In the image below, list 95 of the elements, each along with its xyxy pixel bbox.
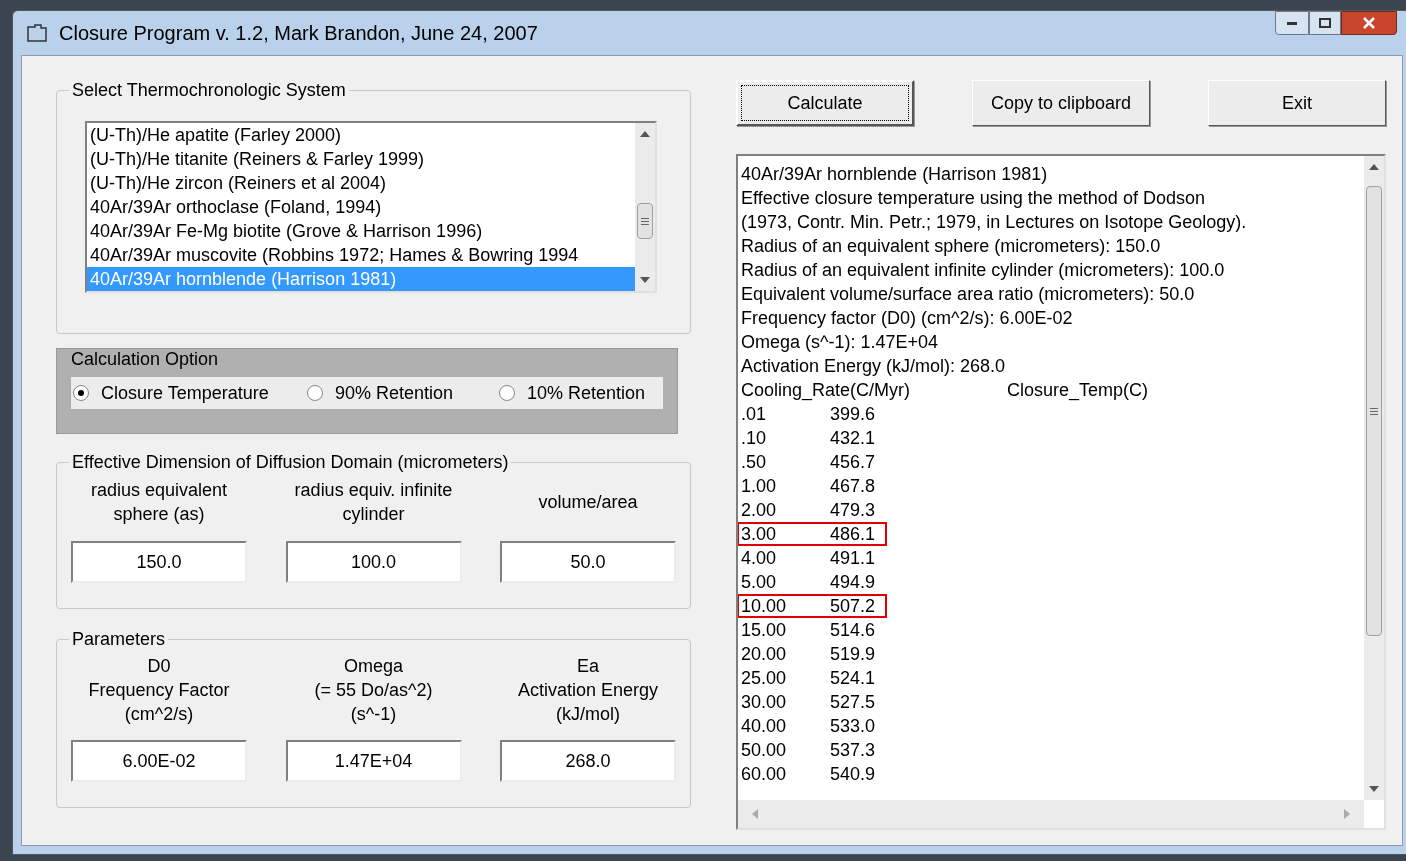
app-icon bbox=[27, 24, 47, 42]
scroll-down-icon[interactable] bbox=[1369, 786, 1379, 792]
cooling-rate: 30.00 bbox=[741, 692, 788, 712]
cooling-rate: 15.00 bbox=[741, 620, 788, 640]
input-field[interactable]: 6.00E-02 bbox=[71, 740, 247, 782]
cooling-rate: 3.00 bbox=[741, 524, 778, 544]
scroll-up-icon[interactable] bbox=[640, 131, 650, 137]
scroll-down-icon[interactable] bbox=[640, 277, 650, 283]
closure-temp: 524.1 bbox=[830, 668, 876, 688]
closure-temp: 527.5 bbox=[830, 692, 876, 712]
minimize-button[interactable] bbox=[1275, 11, 1309, 35]
cooling-rate: 1.00 bbox=[741, 476, 778, 496]
output-line: Radius of an equivalent sphere (micrometers): 150.0 bbox=[741, 235, 1161, 258]
closure-temp: 519.9 bbox=[830, 644, 876, 664]
field-label: (cm^2/s) bbox=[124, 703, 194, 726]
field-label: Ea bbox=[576, 655, 599, 678]
list-item[interactable]: (U-Th)/He zircon (Reiners et al 2004) bbox=[87, 171, 635, 195]
closure-temp: 486.1 bbox=[830, 524, 876, 544]
field-label: sphere (as) bbox=[113, 503, 205, 526]
close-button[interactable] bbox=[1341, 11, 1397, 35]
field-label: (= 55 Do/as^2) bbox=[314, 679, 433, 702]
closure-temp: 467.8 bbox=[830, 476, 876, 496]
input-field[interactable]: 1.47E+04 bbox=[285, 740, 462, 782]
window-title: Closure Program v. 1.2, Mark Brandon, June 24, 2007 bbox=[59, 21, 538, 46]
closure-temp: 432.1 bbox=[830, 428, 876, 448]
cooling-rate: 50.00 bbox=[741, 740, 788, 760]
field-label: Omega bbox=[343, 655, 403, 678]
radio-option[interactable]: 90% Retention bbox=[307, 379, 499, 407]
vertical-scrollbar[interactable] bbox=[635, 123, 655, 291]
field-label: volume/area bbox=[538, 491, 638, 514]
field-label: Activation Energy bbox=[517, 679, 659, 702]
field-label: Frequency Factor bbox=[88, 679, 230, 702]
cooling-rate: 25.00 bbox=[741, 668, 788, 688]
cooling-rate: 20.00 bbox=[741, 644, 788, 664]
system-list[interactable] bbox=[85, 121, 657, 293]
list-item[interactable]: 40Ar/39Ar Fe-Mg biotite (Grove & Harrison 1996) bbox=[87, 219, 635, 243]
field-label: (kJ/mol) bbox=[556, 703, 620, 726]
closure-temp: 514.6 bbox=[830, 620, 876, 640]
cooling-rate: .10 bbox=[741, 428, 768, 448]
field-label: radius equivalent bbox=[90, 479, 228, 502]
scroll-thumb[interactable] bbox=[637, 203, 653, 239]
input-field[interactable]: 268.0 bbox=[500, 740, 676, 782]
cooling-rate: 4.00 bbox=[741, 548, 778, 568]
field-label: D0 bbox=[147, 655, 171, 678]
output-line: Frequency factor (D0) (cm^2/s): 6.00E-02 bbox=[741, 307, 1073, 330]
column-header: Closure_Temp(C) bbox=[1007, 379, 1149, 402]
cooling-rate: 5.00 bbox=[741, 572, 778, 592]
vertical-scrollbar[interactable] bbox=[1364, 156, 1384, 800]
output-line: Omega (s^-1): 1.47E+04 bbox=[741, 331, 939, 354]
field-label: cylinder bbox=[342, 503, 405, 526]
list-item[interactable]: (U-Th)/He apatite (Farley 2000) bbox=[87, 123, 635, 147]
scroll-thumb[interactable] bbox=[1366, 186, 1382, 636]
cooling-rate: .01 bbox=[741, 404, 768, 424]
list-item[interactable]: (U-Th)/He titanite (Reiners & Farley 1999) bbox=[87, 147, 635, 171]
scroll-up-icon[interactable] bbox=[1369, 164, 1379, 170]
list-item[interactable]: 40Ar/39Ar orthoclase (Foland, 1994) bbox=[87, 195, 635, 219]
field-label: (s^-1) bbox=[350, 703, 397, 726]
input-field[interactable]: 50.0 bbox=[500, 541, 676, 583]
input-field[interactable]: 150.0 bbox=[71, 541, 247, 583]
closure-temp: 494.9 bbox=[830, 572, 876, 592]
cooling-rate: 10.00 bbox=[741, 596, 788, 616]
input-field[interactable]: 100.0 bbox=[285, 541, 462, 583]
action-button[interactable]: Exit bbox=[1208, 80, 1386, 126]
output-line: Activation Energy (kJ/mol): 268.0 bbox=[741, 355, 1006, 378]
action-button[interactable]: Calculate bbox=[736, 80, 914, 126]
action-button[interactable]: Copy to clipboard bbox=[972, 80, 1150, 126]
group-title: Calculation Option bbox=[71, 348, 219, 371]
closure-temp: 479.3 bbox=[830, 500, 876, 520]
cooling-rate: 40.00 bbox=[741, 716, 788, 736]
radio-option[interactable]: Closure Temperature bbox=[73, 379, 307, 407]
minimize-icon bbox=[1287, 21, 1297, 25]
cooling-rate: .50 bbox=[741, 452, 768, 472]
maximize-icon bbox=[1319, 18, 1331, 28]
closure-temp: 537.3 bbox=[830, 740, 876, 760]
list-item[interactable]: 40Ar/39Ar muscovite (Robbins 1972; Hames & Bowring 1994 bbox=[87, 243, 635, 267]
output-line: Equivalent volume/surface area ratio (micrometers): 50.0 bbox=[741, 283, 1195, 306]
maximize-button[interactable] bbox=[1309, 11, 1341, 35]
closure-temp: 456.7 bbox=[830, 452, 876, 472]
closure-temp: 533.0 bbox=[830, 716, 876, 736]
cooling-rate: 2.00 bbox=[741, 500, 778, 520]
grip-icon bbox=[1370, 407, 1378, 415]
closure-temp: 507.2 bbox=[830, 596, 876, 616]
output-line: Effective closure temperature using the method of Dodson bbox=[741, 187, 1205, 210]
closure-temp: 540.9 bbox=[830, 764, 876, 784]
output-line: 40Ar/39Ar hornblende (Harrison 1981) bbox=[741, 163, 1048, 186]
radio-option[interactable]: 10% Retention bbox=[499, 379, 646, 407]
column-header: Cooling_Rate(C/Myr) bbox=[741, 379, 912, 402]
cooling-rate: 60.00 bbox=[741, 764, 788, 784]
field-label: radius equiv. infinite bbox=[294, 479, 453, 502]
output-line: Radius of an equivalent infinite cylinder (micrometers): 100.0 bbox=[741, 259, 1225, 282]
close-icon bbox=[1363, 17, 1375, 29]
output-line: (1973, Contr. Min. Petr.; 1979, in Lectures on Isotope Geology). bbox=[741, 211, 1247, 234]
closure-temp: 491.1 bbox=[830, 548, 876, 568]
closure-temp: 399.6 bbox=[830, 404, 876, 424]
grip-icon bbox=[641, 217, 649, 225]
